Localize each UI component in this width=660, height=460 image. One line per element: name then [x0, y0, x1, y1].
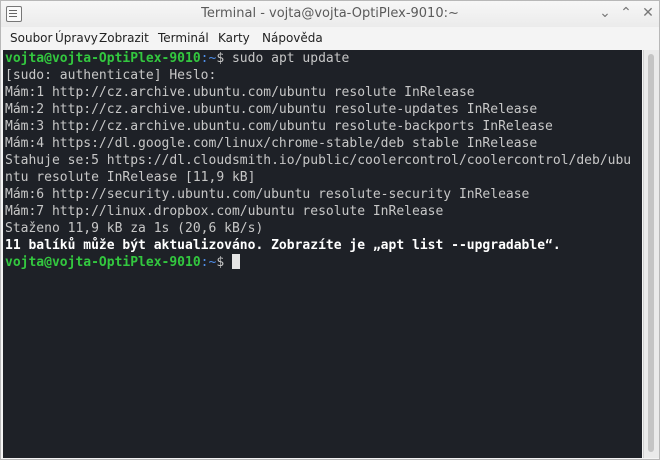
prompt-symbol: $ [216, 51, 225, 66]
close-icon[interactable]: ✕ [639, 4, 657, 22]
menu-karty[interactable]: Karty [218, 31, 250, 45]
maximize-icon[interactable]: ⌃ [617, 4, 635, 22]
output-line: ntu resolute InRelease [11,9 kB] [5, 170, 256, 185]
output-line: Mám:7 http://linux.dropbox.com/ubuntu re… [5, 204, 444, 219]
output-line: Mám:2 http://cz.archive.ubuntu.com/ubunt… [5, 102, 538, 117]
output-line: Mám:6 http://security.ubuntu.com/ubuntu … [5, 187, 530, 202]
output-line: Mám:1 http://cz.archive.ubuntu.com/ubunt… [5, 85, 475, 100]
terminal-window: Terminal - vojta@vojta-OptiPlex-9010:~ ⌄… [0, 0, 660, 460]
prompt-path: :~ [200, 51, 217, 66]
current-prompt-line[interactable]: vojta@vojta-OptiPlex-9010:~$ [3, 254, 642, 271]
menu-soubor[interactable]: Soubor [10, 31, 52, 45]
text-cursor [231, 254, 240, 269]
menu-zobrazit[interactable]: Zobrazit [99, 31, 149, 45]
command-text: sudo apt update [224, 51, 350, 66]
menu-upravy[interactable]: Úpravy [55, 31, 98, 45]
window-title: Terminal - vojta@vojta-OptiPlex-9010:~ [201, 6, 459, 21]
menu-terminal[interactable]: Terminál [158, 31, 209, 45]
output-line: Mám:4 https://dl.google.com/linux/chrome… [5, 136, 538, 151]
output-line-summary: 11 balíků může být aktualizováno. Zobraz… [5, 238, 561, 253]
output-line: [sudo: authenticate] Heslo: [5, 68, 217, 83]
menu-bar: Soubor Úpravy Zobrazit Terminál Karty Ná… [1, 27, 659, 49]
output-line: Mám:3 http://cz.archive.ubuntu.com/ubunt… [5, 119, 553, 134]
menu-napoveda[interactable]: Nápověda [262, 31, 323, 45]
prompt-user-host: vojta@vojta-OptiPlex-9010 [5, 255, 201, 270]
minimize-icon[interactable]: ⌄ [596, 4, 614, 22]
scrollbar-thumb[interactable] [648, 54, 654, 452]
prompt-symbol: $ [216, 255, 225, 270]
prompt-path: :~ [200, 255, 217, 270]
command-line: vojta@vojta-OptiPlex-9010:~$ sudo apt up… [3, 50, 642, 67]
output-line: Staženo 11,9 kB za 1s (20,6 kB/s) [5, 221, 264, 236]
title-bar[interactable]: Terminal - vojta@vojta-OptiPlex-9010:~ ⌄… [1, 1, 659, 27]
prompt-user-host: vojta@vojta-OptiPlex-9010 [5, 51, 201, 66]
output-line: Stahuje se:5 https://dl.cloudsmith.io/pu… [5, 153, 632, 168]
terminal-output[interactable]: vojta@vojta-OptiPlex-9010:~$ sudo apt up… [3, 50, 642, 458]
vertical-scrollbar[interactable] [643, 50, 659, 458]
